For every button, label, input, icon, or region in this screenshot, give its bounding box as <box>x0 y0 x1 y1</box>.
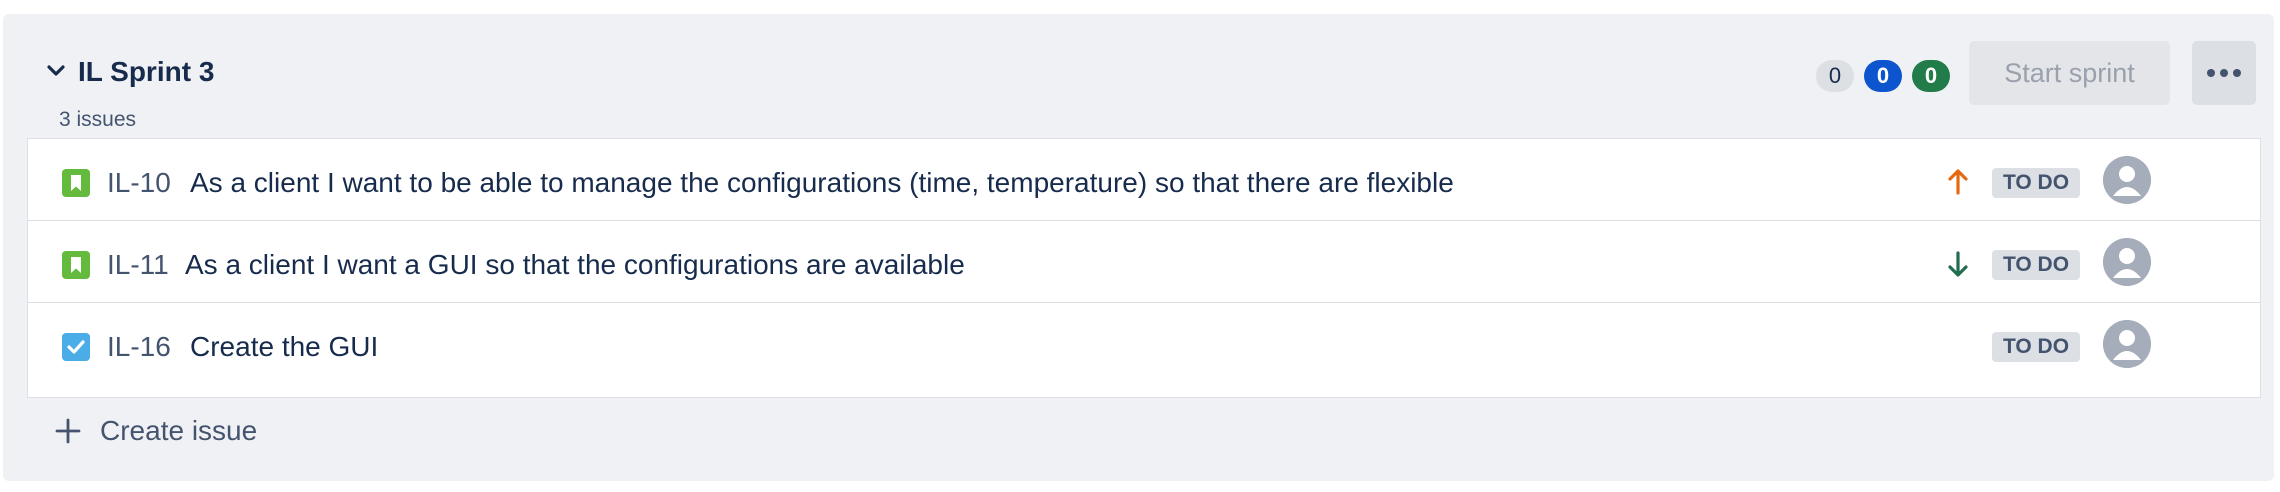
issue-key[interactable]: IL-16 <box>107 331 171 363</box>
chevron-down-icon[interactable] <box>45 60 67 82</box>
issue-summary: Create the GUI <box>190 331 379 362</box>
issue-row-il-10[interactable]: IL-10 As a client I want to be able to m… <box>28 139 2260 221</box>
status-badge[interactable]: TO DO <box>1992 250 2080 280</box>
status-badge[interactable]: TO DO <box>1992 168 2080 198</box>
issue-summary: As a client I want to be able to manage … <box>190 167 1454 198</box>
sprint-title[interactable]: IL Sprint 3 <box>78 56 214 88</box>
low-priority-arrow-down-icon <box>1943 249 1973 279</box>
high-priority-arrow-up-icon <box>1943 167 1973 197</box>
story-icon <box>62 169 90 197</box>
create-issue-button[interactable]: Create issue <box>53 411 257 451</box>
issue-row-il-16[interactable]: IL-16 Create the GUI TO DO <box>28 303 2260 385</box>
plus-icon <box>53 416 83 446</box>
issue-list: IL-10 As a client I want to be able to m… <box>27 138 2261 398</box>
more-actions-button[interactable] <box>2192 41 2256 105</box>
start-sprint-button[interactable]: Start sprint <box>1969 41 2170 105</box>
in-progress-count-badge: 0 <box>1864 60 1902 92</box>
unassigned-avatar[interactable] <box>2103 156 2151 204</box>
issue-summary: As a client I want a GUI so that the con… <box>185 249 965 280</box>
sprint-issue-count: 3 issues <box>59 108 137 131</box>
status-badge[interactable]: TO DO <box>1992 332 2080 362</box>
sprint-panel: IL Sprint 3 3 issues 0 0 0 Start sprint … <box>3 14 2274 481</box>
create-issue-label: Create issue <box>100 415 258 446</box>
story-icon <box>62 251 90 279</box>
task-icon <box>62 333 90 361</box>
sprint-header: IL Sprint 3 3 issues 0 0 0 Start sprint <box>3 14 2274 134</box>
unassigned-avatar[interactable] <box>2103 238 2151 286</box>
todo-count-badge: 0 <box>1816 60 1854 92</box>
issue-row-il-11[interactable]: IL-11 As a client I want a GUI so that t… <box>28 221 2260 303</box>
issue-key[interactable]: IL-10 <box>107 167 171 199</box>
more-horizontal-icon <box>2207 69 2241 77</box>
unassigned-avatar[interactable] <box>2103 320 2151 368</box>
issue-key[interactable]: IL-11 <box>107 249 169 281</box>
done-count-badge: 0 <box>1912 60 1950 92</box>
